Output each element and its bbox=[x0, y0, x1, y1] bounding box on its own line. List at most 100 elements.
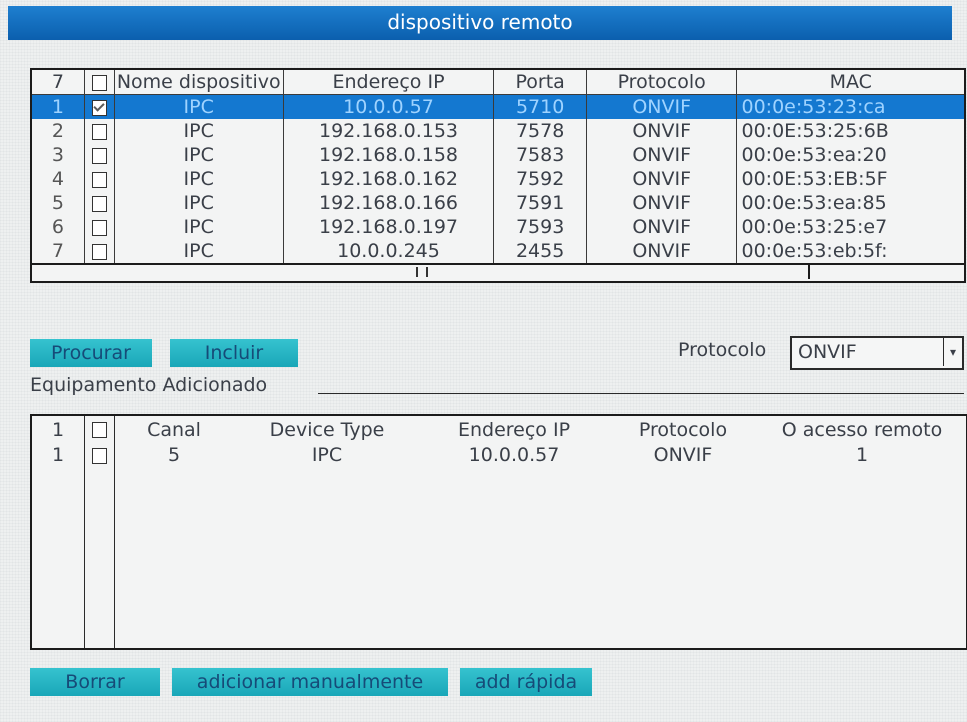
search-button[interactable]: Procurar bbox=[30, 339, 152, 367]
table-row[interactable]: 1 IPC 10.0.0.57 5710 ONVIF 00:0e:53:23:ca bbox=[32, 94, 964, 119]
protocol-label: Protocolo bbox=[678, 339, 767, 361]
table-row[interactable]: 1 5 IPC 10.0.0.57 ONVIF 1 bbox=[32, 443, 966, 467]
port: 7591 bbox=[493, 191, 587, 215]
ip-address: 192.168.0.166 bbox=[283, 191, 495, 215]
mac-address: 00:0e:53:23:ca bbox=[736, 94, 964, 119]
table-header-row: 7 Nome dispositivo Endereço IP Porta Pro… bbox=[32, 70, 964, 95]
add-button[interactable]: Incluir bbox=[170, 339, 298, 367]
protocol: ONVIF bbox=[586, 239, 738, 263]
protocol-select-value: ONVIF bbox=[798, 341, 857, 363]
scroll-grip-icon bbox=[416, 267, 428, 277]
row-checkbox[interactable] bbox=[84, 167, 115, 191]
row-index: 4 bbox=[32, 167, 85, 191]
device-type: IPC bbox=[311, 444, 343, 466]
device-name: IPC bbox=[114, 167, 284, 191]
search-results-table: 7 Nome dispositivo Endereço IP Porta Pro… bbox=[30, 68, 966, 283]
protocol: ONVIF bbox=[586, 119, 738, 143]
port: 7578 bbox=[493, 119, 587, 143]
checkbox-icon bbox=[91, 195, 107, 212]
ip-address: 192.168.0.162 bbox=[283, 167, 495, 191]
delete-button[interactable]: Borrar bbox=[30, 668, 160, 696]
checkbox-icon bbox=[91, 422, 107, 438]
row-checkbox[interactable] bbox=[84, 239, 115, 263]
row-checkbox[interactable] bbox=[84, 443, 114, 467]
row-count: 7 bbox=[32, 70, 85, 95]
checkbox-icon bbox=[91, 243, 107, 260]
row-checkbox[interactable] bbox=[84, 215, 115, 239]
col-device-name[interactable]: Nome dispositivo bbox=[114, 70, 284, 95]
row-checkbox[interactable] bbox=[84, 119, 115, 143]
mac-address: 00:0E:53:EB:5F bbox=[741, 168, 888, 190]
col-protocol[interactable]: Protocolo bbox=[608, 416, 758, 443]
protocol: ONVIF bbox=[653, 444, 713, 466]
ip-address: 10.0.0.57 bbox=[468, 444, 560, 466]
ip-address: 192.168.0.158 bbox=[283, 143, 495, 167]
table-row[interactable]: 5 IPC 192.168.0.166 7591 ONVIF 00:0e:53:ea:85 bbox=[32, 191, 964, 215]
mac-address: 00:0e:53:ea:20 bbox=[741, 144, 887, 166]
checkbox-icon bbox=[91, 74, 107, 91]
section-divider bbox=[318, 393, 964, 394]
row-index: 6 bbox=[32, 215, 85, 239]
protocol: ONVIF bbox=[586, 167, 738, 191]
checkbox-icon bbox=[91, 447, 107, 464]
row-checkbox[interactable] bbox=[84, 191, 115, 215]
row-index: 5 bbox=[32, 191, 85, 215]
row-index: 1 bbox=[32, 94, 85, 119]
table-row[interactable]: 7 IPC 10.0.0.245 2455 ONVIF 00:0e:53:eb:5f: bbox=[32, 239, 964, 263]
port: 7592 bbox=[493, 167, 587, 191]
col-ip[interactable]: Endereço IP bbox=[420, 416, 608, 443]
added-devices-table: 1 Canal Device Type Endereço IP Protocol… bbox=[30, 414, 967, 650]
protocol: ONVIF bbox=[586, 143, 738, 167]
table-row[interactable]: 3 IPC 192.168.0.158 7583 ONVIF 00:0e:53:ea:20 bbox=[32, 143, 964, 167]
ip-address: 192.168.0.197 bbox=[283, 215, 495, 239]
horizontal-scrollbar[interactable] bbox=[32, 263, 964, 281]
quick-add-button[interactable]: add rápida bbox=[460, 668, 592, 696]
protocol-select[interactable]: ONVIF ▾ bbox=[790, 336, 964, 370]
select-all-checkbox[interactable] bbox=[84, 70, 115, 95]
remote-access: 1 bbox=[855, 444, 869, 466]
col-remote-access[interactable]: O acesso remoto bbox=[758, 416, 966, 443]
checkbox-icon bbox=[91, 123, 107, 140]
col-ip[interactable]: Endereço IP bbox=[283, 70, 495, 95]
protocol: ONVIF bbox=[586, 94, 738, 119]
window-title: dispositivo remoto bbox=[8, 6, 952, 40]
scrollbar-thumb[interactable] bbox=[32, 265, 810, 279]
row-index: 3 bbox=[32, 143, 85, 167]
col-device-type[interactable]: Device Type bbox=[234, 416, 420, 443]
row-checkbox[interactable] bbox=[84, 143, 115, 167]
added-section-label: Equipamento Adicionado bbox=[30, 374, 268, 396]
ip-address: 10.0.0.245 bbox=[283, 239, 495, 263]
protocol: ONVIF bbox=[586, 191, 738, 215]
port: 7593 bbox=[493, 215, 587, 239]
select-all-checkbox[interactable] bbox=[84, 416, 114, 443]
checked-box-icon bbox=[91, 99, 107, 116]
row-index: 2 bbox=[32, 119, 85, 143]
table-row[interactable]: 2 IPC 192.168.0.153 7578 ONVIF 00:0E:53:25:6B bbox=[32, 119, 964, 143]
table-row[interactable]: 4 IPC 192.168.0.162 7592 ONVIF 00:0E:53:EB:5F bbox=[32, 167, 964, 191]
mac-address: 00:0E:53:25:6B bbox=[741, 120, 889, 142]
table-row[interactable]: 6 IPC 192.168.0.197 7593 ONVIF 00:0e:53:25:e7 bbox=[32, 215, 964, 239]
device-name: IPC bbox=[114, 215, 284, 239]
col-channel[interactable]: Canal bbox=[114, 416, 234, 443]
row-index: 7 bbox=[32, 239, 85, 263]
ip-address: 192.168.0.153 bbox=[283, 119, 495, 143]
row-index: 1 bbox=[51, 444, 65, 466]
device-name: IPC bbox=[114, 239, 284, 263]
device-name: IPC bbox=[114, 94, 284, 119]
row-checkbox[interactable] bbox=[84, 94, 115, 119]
device-name: IPC bbox=[114, 143, 284, 167]
col-port[interactable]: Porta bbox=[493, 70, 587, 95]
col-mac[interactable]: MAC bbox=[736, 70, 964, 95]
col-protocol[interactable]: Protocolo bbox=[586, 70, 738, 95]
port: 2455 bbox=[493, 239, 587, 263]
device-name: IPC bbox=[114, 191, 284, 215]
chevron-down-icon[interactable]: ▾ bbox=[943, 338, 962, 366]
device-name: IPC bbox=[114, 119, 284, 143]
protocol: ONVIF bbox=[586, 215, 738, 239]
table-header-row: 1 Canal Device Type Endereço IP Protocol… bbox=[32, 416, 966, 443]
mac-address: 00:0e:53:eb:5f: bbox=[741, 240, 888, 262]
mac-address: 00:0e:53:ea:85 bbox=[741, 192, 887, 214]
mac-address: 00:0e:53:25:e7 bbox=[741, 216, 888, 238]
add-manually-button[interactable]: adicionar manualmente bbox=[172, 668, 448, 696]
column-divider bbox=[114, 416, 115, 648]
